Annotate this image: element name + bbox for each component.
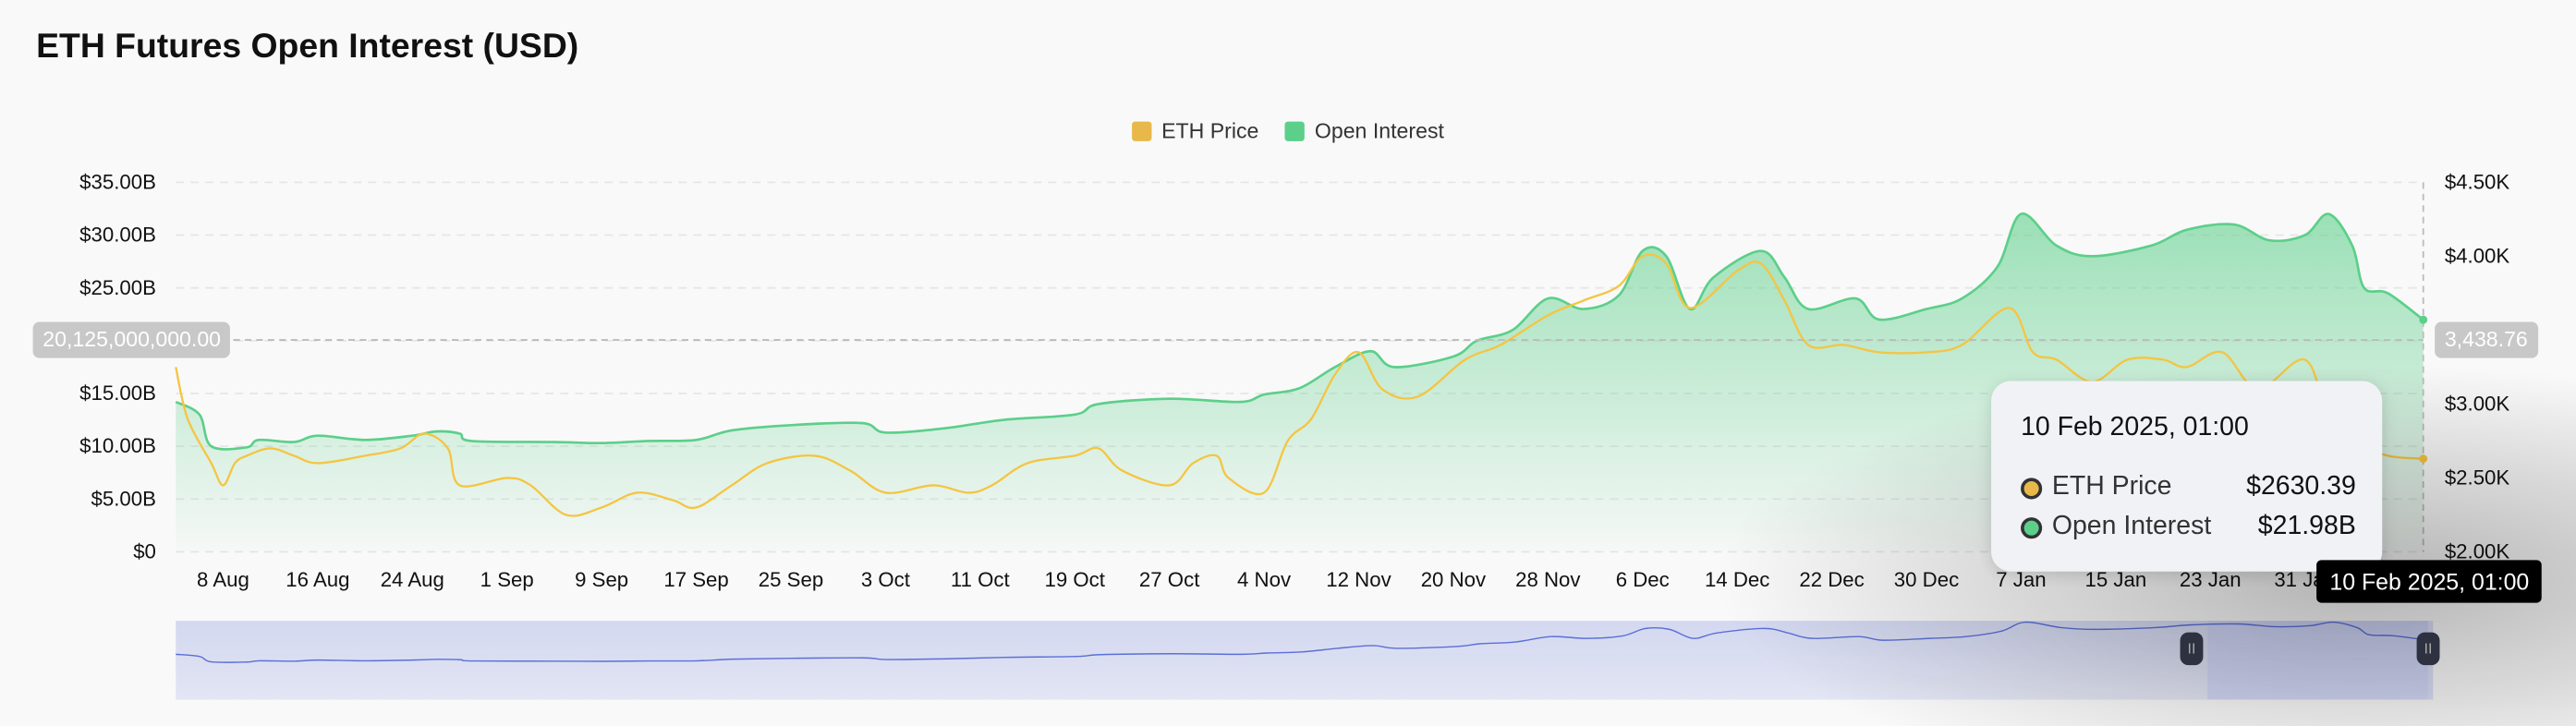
x-tick-label: 16 Aug <box>286 568 349 591</box>
y-axis-right: $2.00K$2.50K$3.00K$4.00K$4.50K <box>2445 170 2510 563</box>
navigator-background <box>176 621 2429 700</box>
tooltip-label: ETH Price <box>2051 473 2172 502</box>
eth-price-marker <box>2419 454 2428 464</box>
y-axis-left: $0 $5.00B $10.00B $15.00B $25.00B $30.00B $35.… <box>79 170 156 563</box>
y-left-tick-label: $35.00B <box>79 170 156 193</box>
tooltip-value: $2630.39 <box>2246 473 2356 502</box>
eth-price-dot-icon <box>2021 477 2043 499</box>
x-tick-label: 8 Aug <box>197 568 249 591</box>
x-tick-label: 4 Nov <box>1237 568 1292 591</box>
crosshair-left-value: 20,125,000,000.00 <box>32 321 231 358</box>
y-left-tick-label: $10.00B <box>79 434 156 457</box>
open-interest-dot-icon <box>2021 516 2043 538</box>
x-tick-label: 19 Oct <box>1045 568 1106 591</box>
x-tick-label: 14 Dec <box>1705 568 1769 591</box>
x-tick-label: 1 Sep <box>480 568 534 591</box>
x-tick-label: 27 Oct <box>1139 568 1200 591</box>
chart-panel: ETH Futures Open Interest (USD) ETH Pric… <box>0 0 2576 726</box>
y-right-tick-label: $4.00K <box>2445 244 2510 267</box>
x-tick-label: 24 Aug <box>381 568 444 591</box>
x-tick-label: 3 Oct <box>861 568 911 591</box>
tooltip-date: 10 Feb 2025, 01:00 <box>2021 414 2249 442</box>
tooltip-row-eth-price: ETH Price $2630.39 <box>2021 473 2356 502</box>
open-interest-marker <box>2419 315 2428 324</box>
tooltip: 10 Feb 2025, 01:00 ETH Price $2630.39 Op… <box>1991 381 2383 572</box>
tooltip-row-open-interest: Open Interest $21.98B <box>2021 513 2356 542</box>
y-right-tick-label: $3.00K <box>2445 393 2510 416</box>
y-left-tick-label: $25.00B <box>79 276 156 299</box>
y-left-tick-label: $5.00B <box>91 487 155 510</box>
navigator-right-handle[interactable]: II <box>2416 632 2440 666</box>
x-tick-label: 17 Sep <box>663 568 728 591</box>
crosshair-x-label: 10 Feb 2025, 01:00 <box>2316 560 2543 603</box>
x-tick-label: 6 Dec <box>1616 568 1670 591</box>
tooltip-value: $21.98B <box>2257 512 2356 540</box>
x-tick-label: 28 Nov <box>1515 568 1581 591</box>
y-right-tick-label: $2.50K <box>2445 466 2510 490</box>
x-tick-label: 30 Dec <box>1894 568 1959 591</box>
y-right-tick-label: $4.50K <box>2445 170 2510 193</box>
y-left-tick-label: $15.00B <box>79 381 156 405</box>
navigator-selection[interactable] <box>2207 621 2434 700</box>
x-tick-label: 11 Oct <box>951 568 1011 591</box>
y-left-tick-label: $0 <box>133 540 156 563</box>
x-tick-label: 25 Sep <box>759 568 823 591</box>
x-tick-label: 9 Sep <box>575 568 628 591</box>
y-left-tick-label: $30.00B <box>79 224 156 247</box>
navigator-left-handle[interactable]: II <box>2180 632 2204 666</box>
x-tick-label: 20 Nov <box>1421 568 1487 591</box>
chart-plot[interactable]: $0 $5.00B $10.00B $15.00B $25.00B $30.00B $35.… <box>0 0 2576 726</box>
crosshair-right-value: 3,438.76 <box>2435 321 2538 358</box>
x-tick-label: 22 Dec <box>1799 568 1864 591</box>
x-tick-label: 12 Nov <box>1326 568 1391 591</box>
tooltip-label: Open Interest <box>2051 512 2212 540</box>
